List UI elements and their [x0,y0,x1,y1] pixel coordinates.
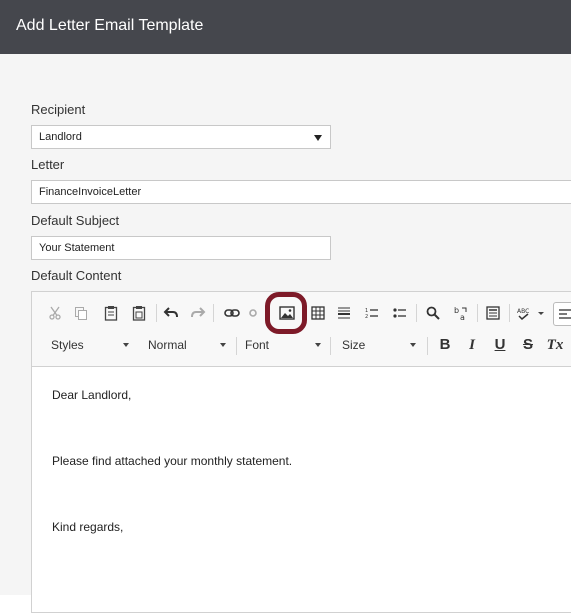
subject-value: Your Statement [39,242,115,254]
font-combo[interactable]: Font [245,334,321,356]
styles-combo[interactable]: Styles [51,334,129,356]
toolbar-separator [156,304,157,322]
chevron-down-icon [315,343,321,347]
underline-button[interactable]: U [489,334,511,356]
dialog-title: Add Letter Email Template [16,17,204,34]
size-combo[interactable]: Size [342,334,416,356]
recipient-select[interactable]: Landlord [31,125,331,149]
find-icon[interactable] [422,302,444,324]
chevron-down-icon [123,343,129,347]
italic-button[interactable]: I [461,334,483,356]
content-line: Please find attached your monthly statem… [52,454,293,468]
paste-from-word-icon[interactable] [128,302,150,324]
letter-field[interactable]: FinanceInvoiceLetter [31,180,571,204]
svg-text:b: b [454,306,459,315]
chevron-down-icon [410,343,416,347]
dialog-titlebar: Add Letter Email Template [0,0,571,54]
paste-icon[interactable] [100,302,122,324]
align-left-icon[interactable] [553,302,571,326]
spellcheck-icon[interactable]: ABC [516,302,546,324]
toolbar-separator [477,304,478,322]
format-combo[interactable]: Normal [148,334,226,356]
clear-format-button[interactable]: Tx [544,334,566,356]
rich-text-editor[interactable]: 12 ba ABC Styles Normal Font Size B I U … [31,291,571,613]
bold-button[interactable]: B [434,334,456,356]
strikethrough-button[interactable]: S [517,334,539,356]
content-line: Kind regards, [52,520,124,534]
recipient-label: Recipient [31,102,86,117]
redo-icon[interactable] [187,302,209,324]
svg-text:2: 2 [365,314,368,320]
bulleted-list-icon[interactable] [389,302,411,324]
subject-label: Default Subject [31,213,120,228]
cut-icon[interactable] [44,302,66,324]
styles-combo-label: Styles [51,338,84,352]
subject-field[interactable]: Your Statement [31,236,331,260]
horizontal-line-icon[interactable] [333,302,355,324]
copy-icon[interactable] [70,302,92,324]
font-combo-label: Font [245,338,270,352]
numbered-list-icon[interactable]: 12 [361,302,383,324]
letter-value: FinanceInvoiceLetter [39,186,142,198]
highlight-ring [265,292,307,334]
content-line: Dear Landlord, [52,388,132,402]
templates-icon[interactable] [482,302,504,324]
toolbar-separator [509,304,510,322]
chevron-down-icon [220,343,226,347]
svg-text:a: a [460,313,465,321]
recipient-value: Landlord [39,131,82,143]
toolbar-separator [427,337,428,355]
toolbar-separator [330,337,331,355]
content-label: Default Content [31,268,122,283]
link-icon[interactable] [221,302,243,324]
size-combo-label: Size [342,338,366,352]
letter-label: Letter [31,157,65,172]
toolbar-separator [213,304,214,322]
replace-icon[interactable]: ba [450,302,472,324]
editor-toolbar: 12 ba ABC Styles Normal Font Size B I U … [32,292,571,367]
table-icon[interactable] [307,302,329,324]
toolbar-separator [416,304,417,322]
format-combo-label: Normal [148,338,187,352]
toolbar-separator [236,337,237,355]
undo-icon[interactable] [160,302,182,324]
chevron-down-icon [314,135,322,141]
